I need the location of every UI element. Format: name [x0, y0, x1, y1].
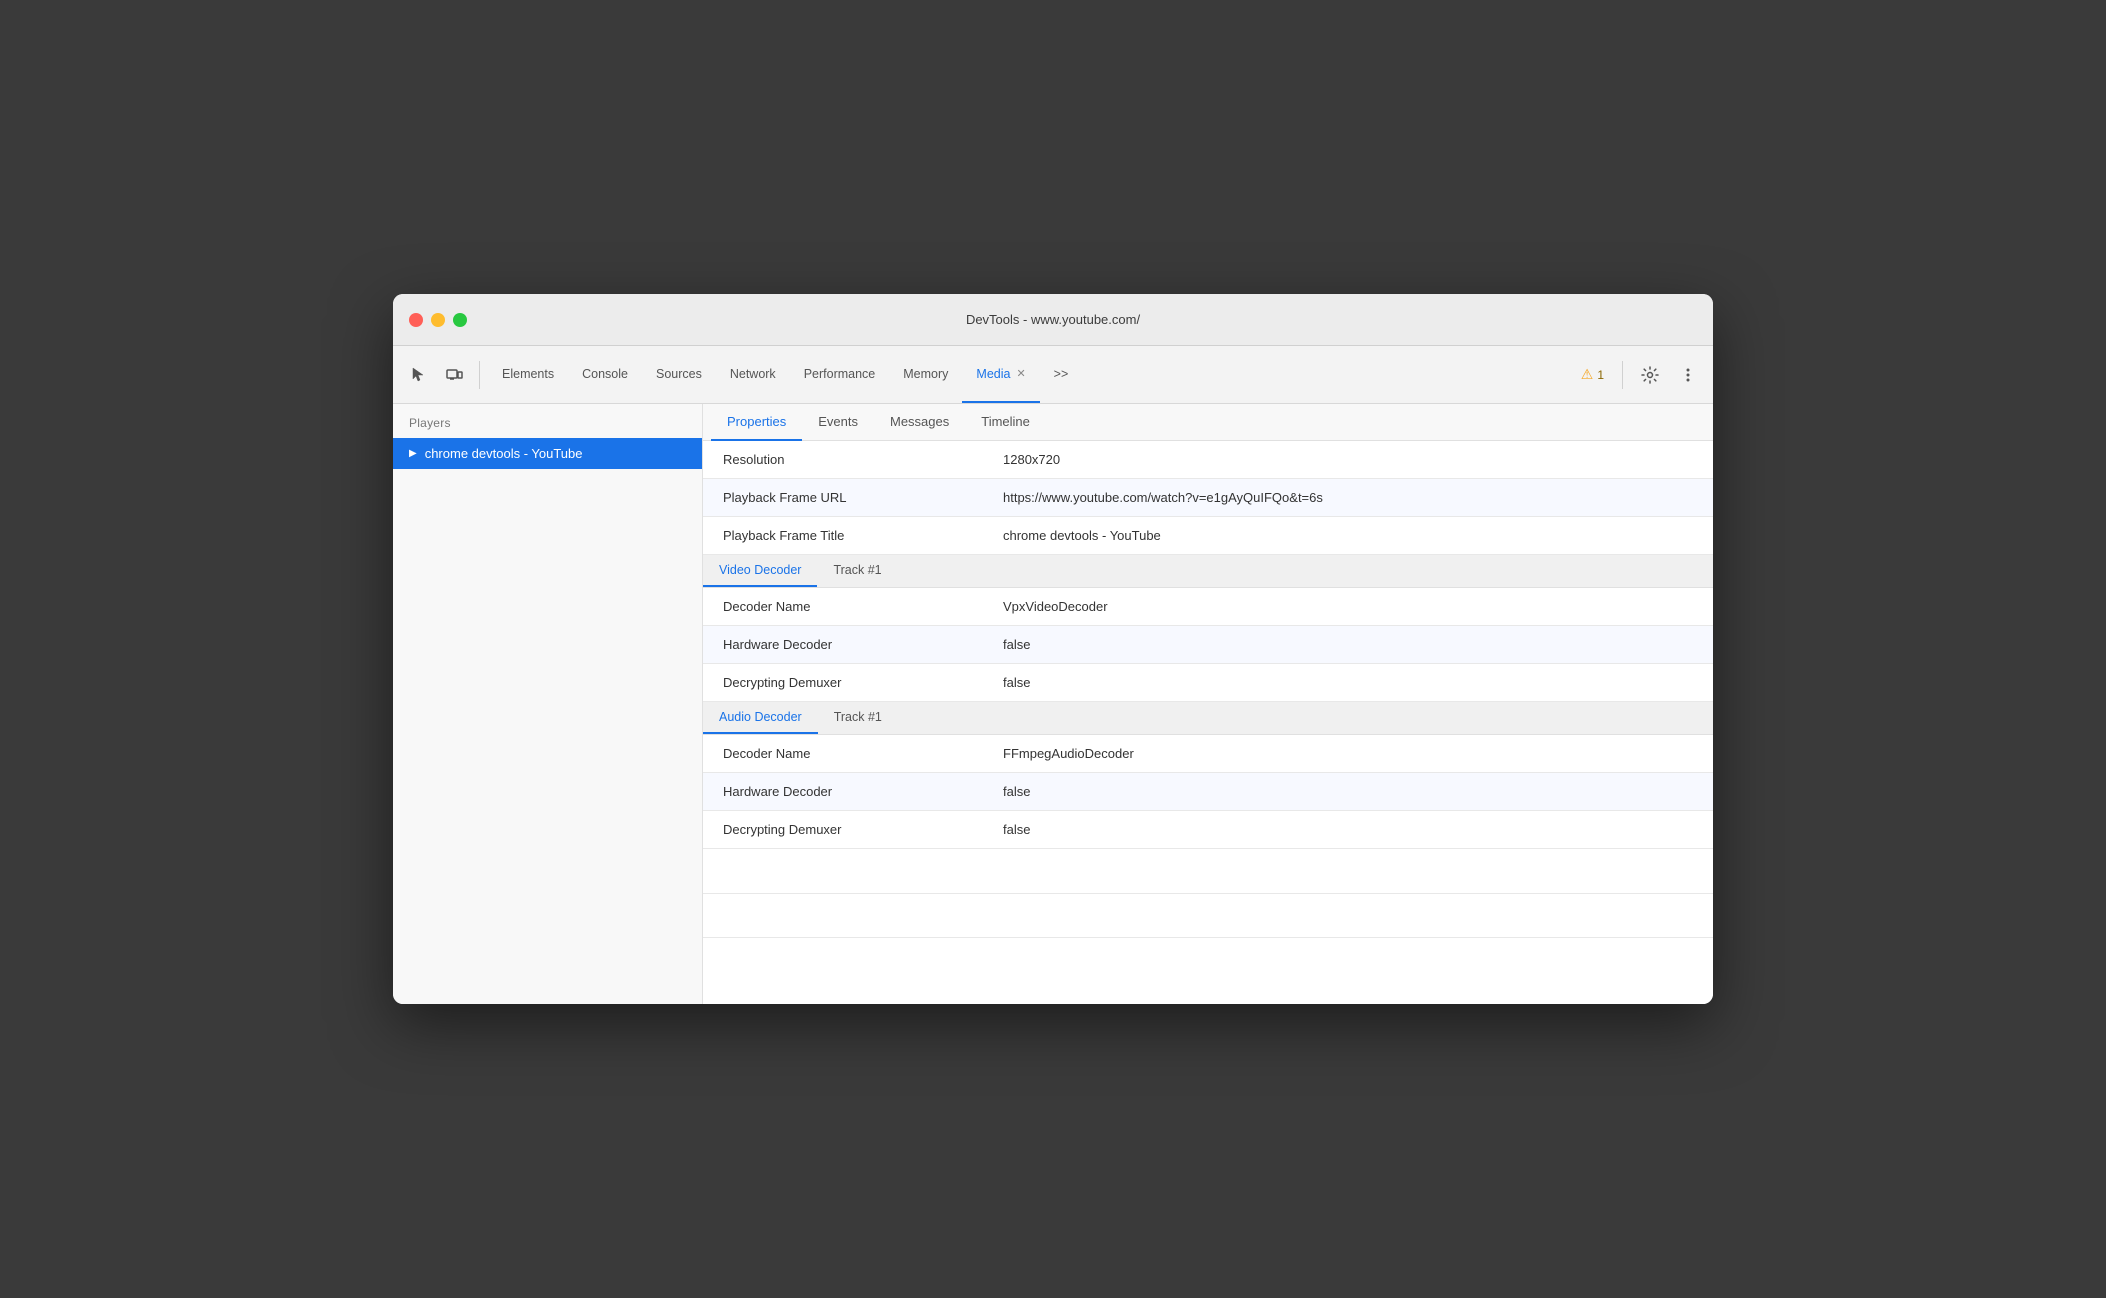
devtools-window: DevTools - www.youtube.com/ Elements Con…: [393, 294, 1713, 1004]
title-bar: DevTools - www.youtube.com/: [393, 294, 1713, 346]
detail-tab-properties[interactable]: Properties: [711, 404, 802, 441]
prop-key: Playback Frame URL: [703, 479, 983, 517]
window-title: DevTools - www.youtube.com/: [966, 312, 1140, 327]
prop-value: false: [983, 664, 1713, 702]
close-button[interactable]: [409, 313, 423, 327]
warning-count: 1: [1597, 368, 1604, 382]
table-row: Decrypting Demuxer false: [703, 664, 1713, 702]
player-label: chrome devtools - YouTube: [425, 446, 583, 461]
traffic-lights: [409, 313, 467, 327]
tab-network[interactable]: Network: [716, 346, 790, 403]
expand-arrow-icon: ▶: [409, 448, 417, 459]
prop-key: Resolution: [703, 441, 983, 479]
video-decoder-tab[interactable]: Video Decoder: [703, 555, 817, 587]
prop-key: Playback Frame Title: [703, 517, 983, 555]
video-decoder-section-header: Video Decoder Track #1: [703, 555, 1713, 588]
tab-sources[interactable]: Sources: [642, 346, 716, 403]
tab-media[interactable]: Media ✕: [962, 346, 1039, 403]
prop-key: Decoder Name: [703, 735, 983, 773]
main-toolbar: Elements Console Sources Network Perform…: [393, 346, 1713, 404]
table-row: Hardware Decoder false: [703, 626, 1713, 664]
prop-key: Hardware Decoder: [703, 626, 983, 664]
detail-tabs: Properties Events Messages Timeline: [703, 404, 1713, 441]
prop-value: chrome devtools - YouTube: [983, 517, 1713, 555]
player-item[interactable]: ▶ chrome devtools - YouTube: [393, 438, 702, 469]
empty-table: [703, 849, 1713, 938]
audio-decoder-section-header: Audio Decoder Track #1: [703, 702, 1713, 735]
audio-decoder-table: Decoder Name FFmpegAudioDecoder Hardware…: [703, 735, 1713, 849]
tab-media-close[interactable]: ✕: [1016, 367, 1025, 380]
sidebar-header: Players: [393, 404, 702, 438]
prop-key: Decrypting Demuxer: [703, 664, 983, 702]
table-row: [703, 893, 1713, 937]
tab-performance[interactable]: Performance: [790, 346, 890, 403]
warning-badge[interactable]: ⚠ 1: [1573, 362, 1612, 387]
sidebar: Players ▶ chrome devtools - YouTube: [393, 404, 703, 1004]
prop-key: Decoder Name: [703, 588, 983, 626]
table-row: Decrypting Demuxer false: [703, 811, 1713, 849]
tab-elements[interactable]: Elements: [488, 346, 568, 403]
nav-tabs: Elements Console Sources Network Perform…: [488, 346, 1571, 403]
more-options-icon: [1679, 366, 1697, 384]
properties-table: Resolution 1280x720 Playback Frame URL h…: [703, 441, 1713, 555]
maximize-button[interactable]: [453, 313, 467, 327]
detail-tab-timeline[interactable]: Timeline: [965, 404, 1046, 441]
detail-tab-events[interactable]: Events: [802, 404, 874, 441]
main-content: Players ▶ chrome devtools - YouTube Prop…: [393, 404, 1713, 1004]
cursor-icon: [409, 366, 427, 384]
more-options-button[interactable]: [1671, 360, 1705, 390]
table-row: Resolution 1280x720: [703, 441, 1713, 479]
detail-panel: Properties Events Messages Timeline Reso…: [703, 404, 1713, 1004]
settings-button[interactable]: [1633, 360, 1667, 390]
device-toggle-button[interactable]: [437, 360, 471, 390]
audio-decoder-tab[interactable]: Audio Decoder: [703, 702, 818, 734]
prop-value: false: [983, 773, 1713, 811]
toolbar-divider-2: [1622, 361, 1623, 389]
prop-value: 1280x720: [983, 441, 1713, 479]
prop-key: Hardware Decoder: [703, 773, 983, 811]
video-decoder-table: Decoder Name VpxVideoDecoder Hardware De…: [703, 588, 1713, 702]
video-track1-tab[interactable]: Track #1: [817, 555, 897, 587]
tab-memory[interactable]: Memory: [889, 346, 962, 403]
settings-icon: [1641, 366, 1659, 384]
prop-value: false: [983, 626, 1713, 664]
audio-track1-tab[interactable]: Track #1: [818, 702, 898, 734]
table-row: Decoder Name VpxVideoDecoder: [703, 588, 1713, 626]
table-row: Hardware Decoder false: [703, 773, 1713, 811]
toolbar-divider: [479, 361, 480, 389]
detail-tab-messages[interactable]: Messages: [874, 404, 965, 441]
prop-value: FFmpegAudioDecoder: [983, 735, 1713, 773]
minimize-button[interactable]: [431, 313, 445, 327]
toolbar-right: ⚠ 1: [1573, 360, 1705, 390]
prop-value: VpxVideoDecoder: [983, 588, 1713, 626]
prop-key: Decrypting Demuxer: [703, 811, 983, 849]
prop-value: false: [983, 811, 1713, 849]
tab-more[interactable]: >>: [1040, 346, 1083, 403]
table-row: Playback Frame URL https://www.youtube.c…: [703, 479, 1713, 517]
inspect-element-button[interactable]: [401, 360, 435, 390]
table-row: [703, 849, 1713, 893]
device-icon: [445, 366, 463, 384]
tab-console[interactable]: Console: [568, 346, 642, 403]
table-row: Playback Frame Title chrome devtools - Y…: [703, 517, 1713, 555]
warning-icon: ⚠: [1581, 366, 1594, 383]
table-row: Decoder Name FFmpegAudioDecoder: [703, 735, 1713, 773]
prop-value: https://www.youtube.com/watch?v=e1gAyQuI…: [983, 479, 1713, 517]
